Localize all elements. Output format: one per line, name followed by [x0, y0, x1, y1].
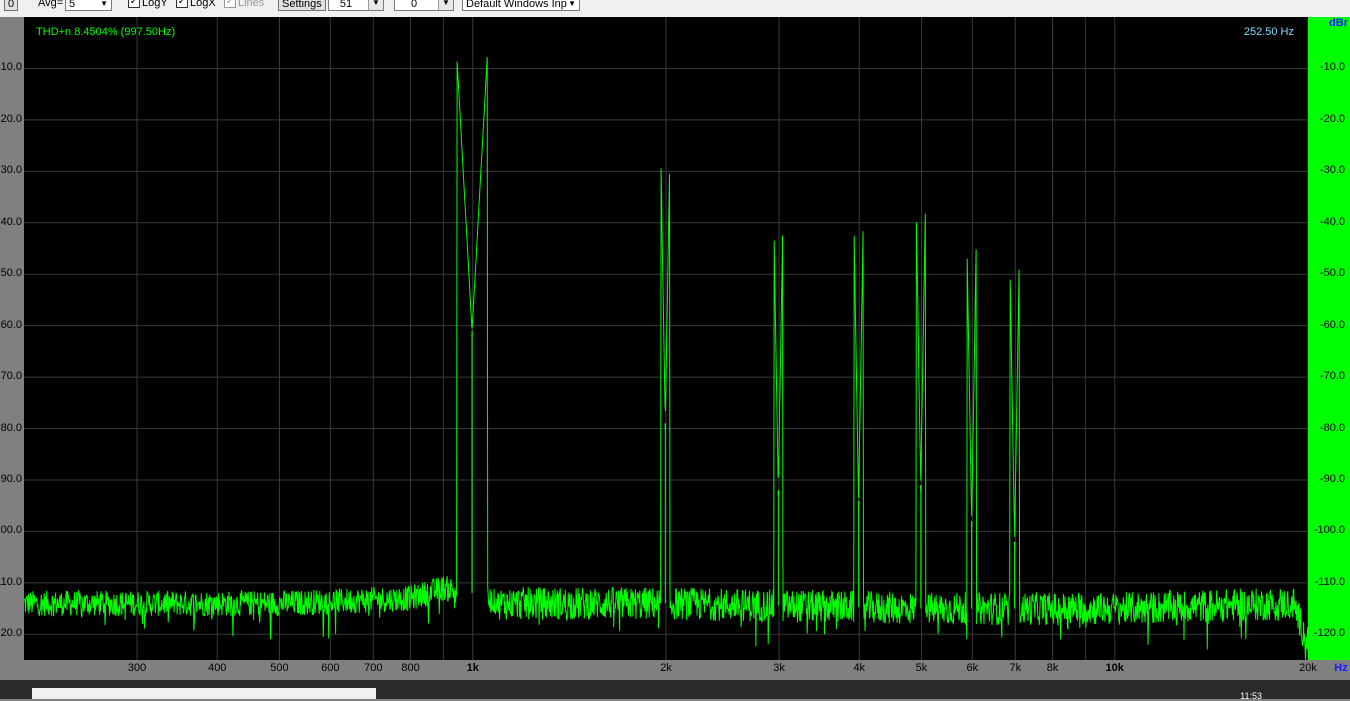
y-tick-label: -50.0	[1319, 267, 1345, 280]
y-tick-label: 90.0	[0, 472, 22, 485]
y-tick-label: 20.0	[0, 112, 22, 125]
settings-button[interactable]: Settings	[278, 0, 326, 11]
grid	[24, 17, 1308, 660]
y-tick-label: 50.0	[0, 267, 22, 280]
y-tick-label: 10.0	[0, 61, 22, 74]
x-tick-label: 5k	[915, 662, 928, 674]
logy-checkbox[interactable]: ✓	[128, 0, 140, 9]
spectrum-svg	[24, 17, 1308, 660]
x-tick-label: 3k	[773, 662, 785, 674]
logx-label: LogX	[190, 0, 216, 9]
x-tick-label: 700	[364, 662, 383, 674]
y-tick-label: -60.0	[1319, 318, 1345, 331]
x-tick-label: 8k	[1046, 662, 1059, 674]
y-tick-label: 80.0	[0, 421, 22, 434]
spin1-input[interactable]: 51 ▼	[328, 0, 384, 11]
y-tick-label: -30.0	[1319, 164, 1345, 177]
spin1-value: 51	[339, 0, 353, 10]
x-tick-label: 10k	[1105, 662, 1124, 674]
x-tick-label: 500	[270, 662, 289, 674]
taskbar-search[interactable]	[32, 688, 376, 699]
spectrum-plot[interactable]	[24, 17, 1308, 660]
x-tick-label: 20k	[1299, 662, 1317, 674]
reset-button[interactable]: 0	[4, 0, 19, 11]
y-tick-label: 110.0	[0, 575, 22, 588]
spin2-input[interactable]: 0 ▼	[394, 0, 454, 11]
y-tick-label: 70.0	[0, 370, 22, 383]
y-axis-right: dBr -10.0 -20.0 -30.0 -40.0 -50.0 -60.0 -70.0 -…	[1308, 17, 1350, 660]
y-tick-label: -10.0	[1319, 61, 1345, 74]
y-tick-label: 120.0	[0, 627, 22, 640]
x-tick-label: 300	[127, 662, 147, 674]
y-tick-label: 40.0	[0, 215, 22, 228]
device-select[interactable]: Default Windows Inp ▼	[462, 0, 580, 11]
lines-label: Lines	[238, 0, 265, 9]
taskbar-clock: 11:53	[1240, 691, 1262, 701]
avg-select[interactable]: 5 ▼	[65, 0, 112, 11]
logy-label: LogY	[142, 0, 168, 9]
x-tick-label: 4k	[853, 662, 866, 674]
y-tick-label: 60.0	[0, 318, 22, 331]
logy-toggle[interactable]: ✓ LogY	[128, 0, 168, 11]
x-tick-label: 6k	[966, 662, 979, 674]
y-tick-label: 100.0	[0, 524, 22, 537]
logx-checkbox[interactable]: ✓	[176, 0, 188, 9]
x-tick-label: 1k	[466, 662, 479, 674]
y-tick-label: -110.0	[1314, 575, 1345, 588]
lines-toggle[interactable]: ✓ Lines	[224, 0, 264, 11]
logx-toggle[interactable]: ✓ LogX	[176, 0, 216, 11]
y-tick-label: 30.0	[0, 164, 22, 177]
avg-select-value: 5	[69, 0, 76, 10]
y-axis-left: 10.0 20.0 30.0 40.0 50.0 60.0 70.0 80.0 90.0 100.…	[0, 17, 24, 660]
thd-readout: THD+n 8.4504% (997.50Hz)	[36, 26, 176, 38]
y-tick-label: -100.0	[1313, 524, 1345, 537]
y-tick-label: -90.0	[1319, 472, 1345, 485]
x-tick-label: 2k	[660, 662, 672, 674]
spin2-value: 0	[410, 0, 418, 10]
y-tick-label: -70.0	[1319, 370, 1345, 383]
y-tick-label: -40.0	[1319, 215, 1345, 228]
device-select-value: Default Windows Inp	[466, 0, 567, 10]
spin1-arrows-icon[interactable]: ▼	[368, 0, 383, 10]
chevron-down-icon: ▼	[568, 0, 576, 8]
x-tick-label: 800	[401, 662, 420, 674]
x-tick-label: 600	[321, 662, 340, 674]
x-axis: Hz 300 400 500 600 700 800 1k 2k 3k 4k 5k 6k 7k 8k 10k…	[0, 660, 1350, 680]
spin2-arrows-icon[interactable]: ▼	[438, 0, 453, 10]
avg-label: Avg=	[38, 0, 64, 9]
toolbar: 0 Avg= 5 ▼ ✓ LogY ✓ LogX ✓ Lines Settings 5…	[0, 0, 1350, 18]
x-unit-label: Hz	[1334, 662, 1348, 674]
chevron-down-icon: ▼	[100, 0, 108, 8]
y-tick-label: -120.0	[1313, 627, 1345, 640]
cursor-frequency: 252.50 Hz	[1243, 26, 1294, 38]
lines-checkbox[interactable]: ✓	[224, 0, 236, 9]
y-unit-label: dBr	[1329, 17, 1348, 29]
y-tick-label: -80.0	[1319, 421, 1345, 434]
x-tick-label: 7k	[1009, 662, 1022, 674]
y-tick-label: -20.0	[1319, 112, 1345, 125]
x-tick-label: 400	[208, 662, 227, 674]
